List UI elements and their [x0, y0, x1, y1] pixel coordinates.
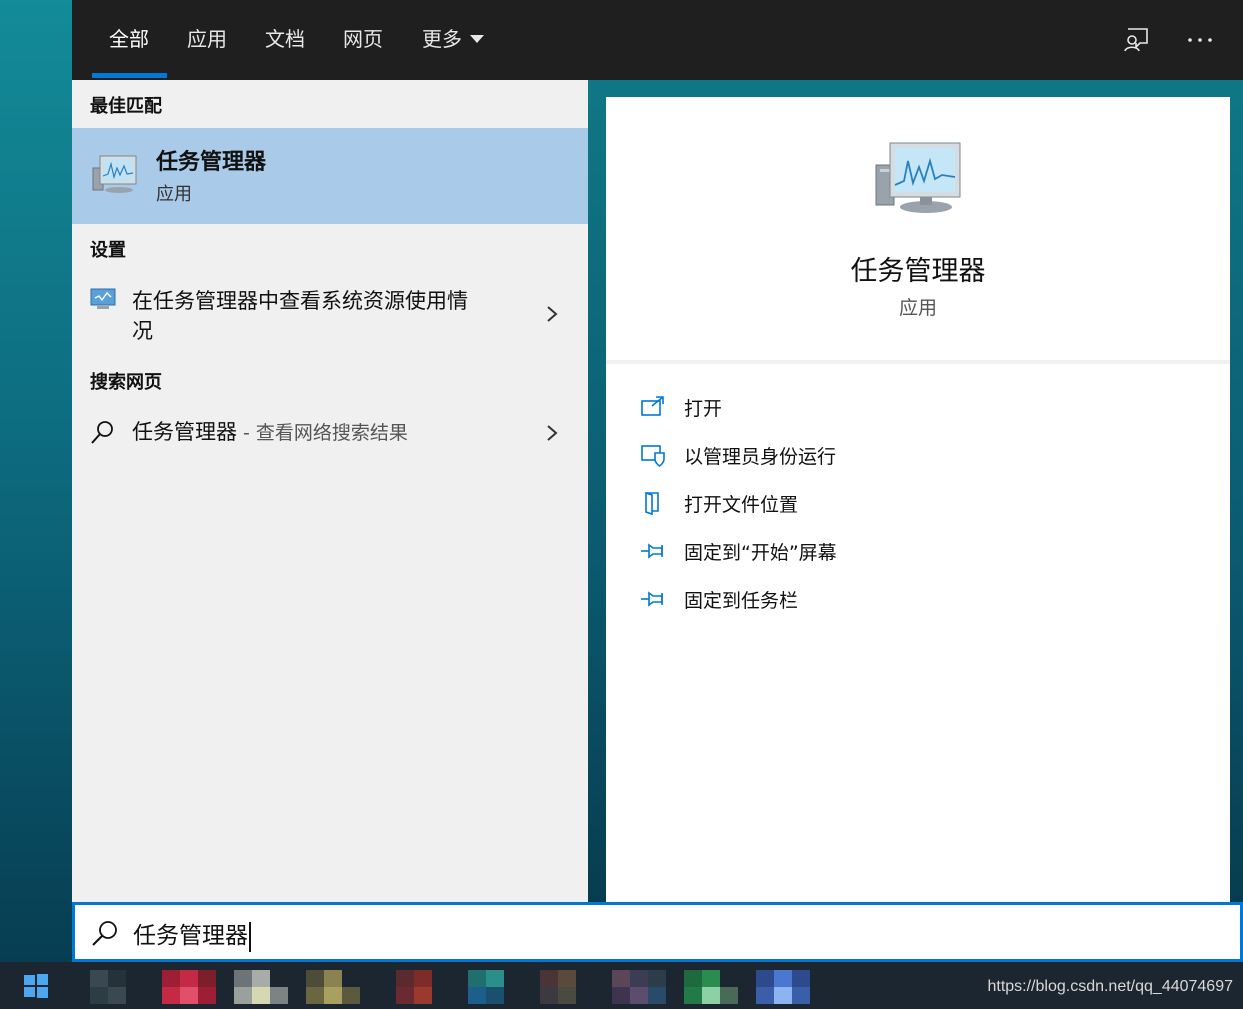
taskbar-app-2[interactable]	[162, 970, 218, 1004]
action-run-as-admin-label: 以管理员身份运行	[684, 446, 837, 468]
action-pin-to-start-label: 固定到“开始”屏幕	[684, 542, 837, 564]
pin-icon	[641, 543, 663, 559]
web-search-query: 任务管理器	[132, 420, 237, 444]
start-button[interactable]	[12, 969, 60, 1003]
taskbar-app-8[interactable]	[612, 970, 668, 1004]
feedback-icon	[1124, 28, 1148, 52]
search-input-value: 任务管理器	[133, 923, 248, 949]
task-manager-large-icon	[875, 142, 961, 213]
taskbar-app-10[interactable]	[756, 970, 812, 1004]
more-options-button[interactable]	[1184, 24, 1216, 56]
action-pin-to-taskbar-label: 固定到任务栏	[684, 590, 799, 612]
settings-heading: 设置	[90, 240, 126, 261]
tab-more[interactable]: 更多	[422, 22, 484, 56]
tab-more-label: 更多	[422, 27, 462, 51]
preview-title: 任务管理器	[850, 256, 986, 287]
preview-subtitle: 应用	[898, 297, 937, 319]
divider	[606, 360, 1230, 364]
web-search-suffix: - 查看网络搜索结果	[237, 422, 408, 444]
text-cursor	[249, 921, 251, 952]
taskbar-app-1[interactable]	[90, 970, 146, 1004]
best-match-subtitle: 应用	[156, 184, 192, 205]
taskbar-app-5[interactable]	[396, 970, 452, 1004]
open-icon	[641, 396, 664, 416]
best-match-item[interactable]: 任务管理器 应用	[72, 128, 588, 224]
chevron-right-icon	[547, 306, 558, 322]
tab-all[interactable]: 全部	[109, 22, 149, 56]
ellipsis-icon	[1188, 38, 1212, 42]
monitor-settings-icon	[90, 288, 116, 309]
search-icon	[91, 421, 113, 444]
chevron-down-icon	[470, 34, 484, 43]
results-panel: 最佳匹配 任务管理器 应用 设置 在任务管理器中查看系统资源使用情 况 搜索网页	[72, 80, 588, 902]
desktop-background	[0, 0, 72, 962]
settings-result-line1: 在任务管理器中查看系统资源使用情	[132, 289, 468, 313]
taskbar-app-9[interactable]	[684, 970, 740, 1004]
search-input[interactable]: 任务管理器	[133, 916, 251, 952]
pin-icon	[641, 591, 663, 607]
chevron-right-icon	[547, 425, 558, 441]
file-location-icon	[645, 491, 659, 516]
taskbar-app-3[interactable]	[234, 970, 290, 1004]
taskbar-app-6[interactable]	[468, 970, 524, 1004]
preview-panel: 任务管理器 应用 打开 以管理员身份运行 打开文件位置 固定到“开始”屏幕 固定…	[606, 97, 1230, 902]
tab-documents[interactable]: 文档	[265, 22, 305, 56]
web-search-heading: 搜索网页	[90, 372, 162, 393]
taskbar: https://blog.csdn.net/qq_44074697	[0, 962, 1243, 1009]
shield-admin-icon	[641, 445, 665, 467]
task-manager-icon	[92, 155, 137, 193]
search-icon	[92, 921, 117, 946]
active-tab-indicator	[92, 73, 167, 78]
settings-result-line2: 况	[132, 319, 153, 343]
taskbar-app-7[interactable]	[540, 970, 596, 1004]
action-open-label: 打开	[684, 398, 723, 420]
watermark-text: https://blog.csdn.net/qq_44074697	[987, 978, 1233, 995]
best-match-heading: 最佳匹配	[90, 96, 162, 117]
taskbar-app-4[interactable]	[306, 970, 362, 1004]
feedback-button[interactable]	[1120, 24, 1152, 56]
tab-apps[interactable]: 应用	[187, 22, 227, 56]
best-match-title: 任务管理器	[156, 150, 267, 175]
search-filter-bar: 全部 应用 文档 网页 更多	[72, 0, 1243, 80]
settings-result-item[interactable]: 在任务管理器中查看系统资源使用情 况	[72, 280, 588, 350]
web-search-result-item[interactable]: 任务管理器 - 查看网络搜索结果	[72, 414, 588, 454]
windows-logo-icon	[24, 974, 48, 998]
tab-web[interactable]: 网页	[343, 22, 383, 56]
web-search-text: 任务管理器 - 查看网络搜索结果	[132, 417, 408, 448]
search-box[interactable]: 任务管理器	[72, 902, 1243, 962]
action-open-file-location-label: 打开文件位置	[684, 494, 799, 516]
